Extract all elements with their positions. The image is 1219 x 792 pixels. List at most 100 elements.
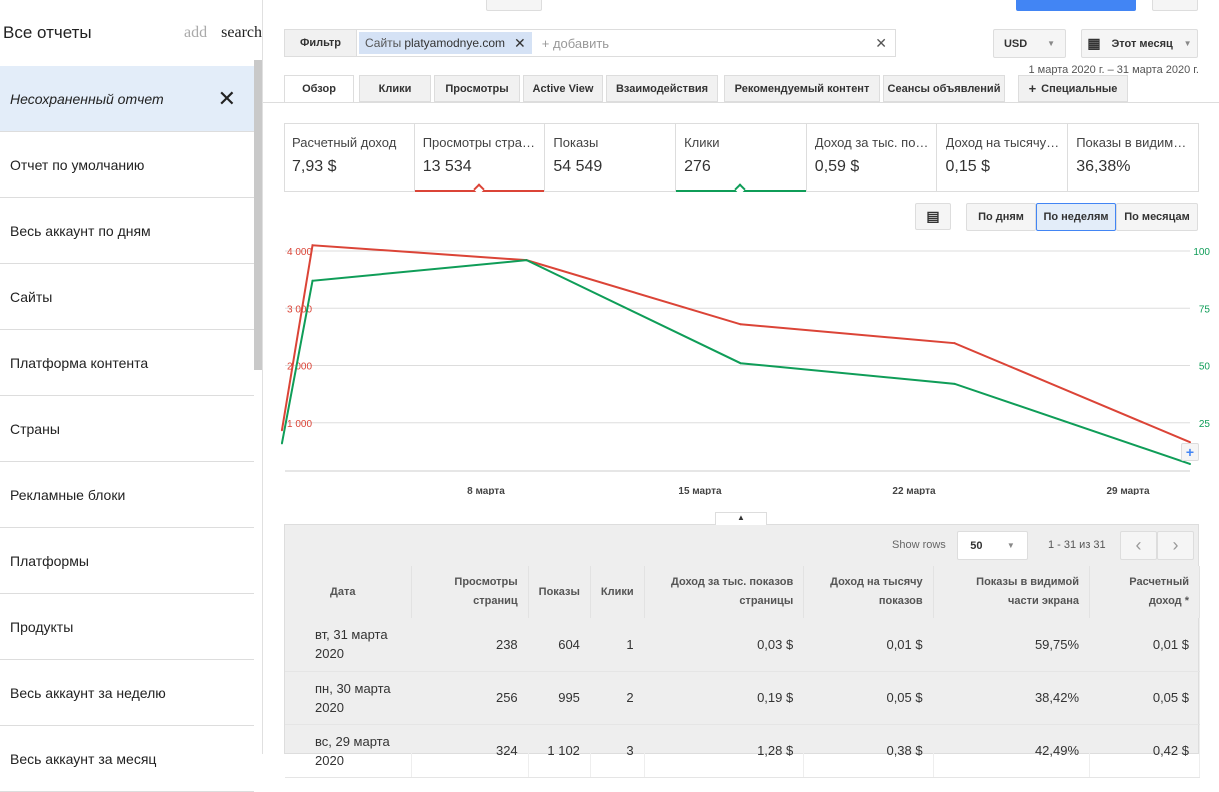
sidebar-scrollbar[interactable] <box>254 60 262 370</box>
data-point <box>280 429 283 432</box>
add-link[interactable]: add <box>184 24 207 42</box>
column-header[interactable]: Просмотры страниц <box>411 566 529 618</box>
table-cell: 0,05 $ <box>1089 671 1200 725</box>
metric-card[interactable]: Показы в видимой части экрана 36,38% <box>1068 123 1199 192</box>
tab-label: Обзор <box>302 83 336 95</box>
column-header[interactable]: Клики <box>590 566 645 618</box>
data-point <box>739 323 742 326</box>
metric-value: 0,59 $ <box>814 158 860 175</box>
tab-2[interactable]: Просмотры <box>434 75 520 102</box>
table-cell: 1 <box>590 618 645 672</box>
column-header[interactable]: Доход на тысячу показов <box>803 566 934 618</box>
table-row: пн, 30 марта 2020 256 995 2 0,19 $0,05 $38,4… <box>285 671 1200 725</box>
y-right-tick: 100 <box>1193 247 1210 258</box>
sidebar-item[interactable]: Сайты <box>0 264 254 330</box>
primary-button[interactable] <box>1016 0 1136 11</box>
column-header[interactable]: Доход за тыс. показов страницы <box>644 566 805 618</box>
sidebar-item[interactable]: Платформы <box>0 528 254 594</box>
sidebar-item-label: Несохраненный отчет <box>10 90 164 107</box>
close-icon[interactable]: ✕ <box>218 86 236 112</box>
sidebar-item[interactable]: Весь аккаунт за неделю <box>0 660 254 726</box>
granularity-button[interactable]: По дням <box>966 203 1036 231</box>
table-cell: 1 102 <box>528 724 591 778</box>
annotation-icon[interactable]: ▤ <box>915 203 951 230</box>
table-cell: 324 <box>411 724 529 778</box>
top-right-button[interactable] <box>1152 0 1198 11</box>
clear-filter-icon[interactable]: ✕ <box>875 35 887 52</box>
metric-card[interactable]: Просмотры страниц 13 534 <box>414 123 546 195</box>
sidebar-item-label: Страны <box>10 420 60 437</box>
sidebar-item[interactable]: Продукты <box>0 594 254 660</box>
tab-0[interactable]: Обзор <box>284 75 354 103</box>
data-point <box>953 342 956 345</box>
currency-select[interactable]: USD ▼ <box>993 29 1066 58</box>
metric-value: 13 534 <box>422 158 472 175</box>
x-tick: 29 марта <box>1106 486 1150 495</box>
sidebar-item[interactable]: Отчет по умолчанию <box>0 132 254 198</box>
y-left-tick: 1 000 <box>287 419 312 430</box>
filter-label: Фильтр <box>285 30 357 56</box>
tab-1[interactable]: Клики <box>359 75 431 102</box>
metric-label: Показы в видимой части экрана <box>1076 135 1190 150</box>
sidebar-item[interactable]: Страны <box>0 396 254 462</box>
tab-6[interactable]: Сеансы объявлений <box>883 75 1005 102</box>
table-cell: 38,42% <box>933 671 1091 725</box>
sidebar-item[interactable]: Рекламные блоки <box>0 462 254 528</box>
granularity-button[interactable]: По неделям <box>1036 203 1116 231</box>
period-select[interactable]: ▦ Этот месяц ▼ <box>1081 29 1198 58</box>
table-cell: 0,19 $ <box>644 671 805 725</box>
granularity-button[interactable]: По месяцам <box>1116 203 1198 231</box>
table-cell: 604 <box>528 618 591 672</box>
plus-icon: + <box>1028 81 1037 96</box>
next-page-button[interactable]: › <box>1157 531 1194 560</box>
show-rows-label: Show rows <box>892 539 946 551</box>
dropdown-arrow-icon: ▼ <box>1183 39 1192 48</box>
tab-7[interactable]: + Специальные <box>1018 75 1128 102</box>
sidebar-item-label: Отчет по умолчанию <box>10 156 145 173</box>
top-button[interactable] <box>486 0 542 11</box>
column-header[interactable]: Расчетный доход * <box>1089 566 1200 618</box>
table-cell: вт, 31 марта 2020 <box>285 618 413 672</box>
metric-card[interactable]: Показы 54 549 <box>545 123 677 192</box>
rows-per-page-value: 50 <box>970 539 983 552</box>
tab-3[interactable]: Active View <box>523 75 603 102</box>
sidebar-item[interactable]: Несохраненный отчет ✕ <box>0 66 254 132</box>
tab-label: Рекомендуемый контент <box>734 82 870 95</box>
tab-4[interactable]: Взаимодействия <box>606 75 718 102</box>
column-header[interactable]: Показы в видимой части экрана <box>933 566 1091 618</box>
column-header[interactable]: Показы <box>528 566 591 618</box>
metric-label: Доход за тыс. показов страницы <box>814 135 929 150</box>
sidebar-item-label: Весь аккаунт за месяц <box>10 750 157 767</box>
metric-card[interactable]: Расчетный доход 7,93 $ <box>284 123 415 192</box>
sidebar-item-label: Платформы <box>10 552 89 569</box>
sidebar-item[interactable]: Весь аккаунт по дням <box>0 198 254 264</box>
sidebar-item[interactable]: Весь аккаунт за месяц <box>0 726 254 792</box>
search-link[interactable]: search <box>221 24 262 42</box>
prev-page-button[interactable]: ‹ <box>1120 531 1157 560</box>
series-line-0 <box>280 244 1191 444</box>
chip-close-icon[interactable]: ✕ <box>514 35 526 52</box>
data-point <box>1189 462 1191 465</box>
tab-5[interactable]: Рекомендуемый контент <box>724 75 880 102</box>
filter-chip[interactable]: Сайты platyamodnye.com ✕ <box>359 32 532 54</box>
filter-add-input[interactable]: + добавить <box>542 36 876 51</box>
sidebar-item-label: Платформа контента <box>10 354 149 371</box>
metric-card[interactable]: Доход за тыс. показов страницы 0,59 $ <box>807 123 938 192</box>
column-header[interactable]: Дата <box>285 566 413 618</box>
sidebar-item[interactable]: Платформа контента <box>0 330 254 396</box>
main-panel: Фильтр Сайты platyamodnye.com ✕ + добави… <box>263 0 1219 778</box>
table-row: вс, 29 марта 2020 324 1 102 3 1,28 $0,38 $42… <box>285 724 1200 778</box>
granularity-label: По месяцам <box>1124 211 1190 223</box>
tab-label: Active View <box>532 82 594 95</box>
y-left-tick: 4 000 <box>287 247 312 258</box>
rows-per-page-select[interactable]: 50 ▼ <box>957 531 1028 560</box>
metric-value: 7,93 $ <box>292 158 337 175</box>
metric-value: 0,15 $ <box>945 158 990 175</box>
series-line-1 <box>280 259 1191 465</box>
table-cell: 995 <box>528 671 591 725</box>
collapse-chart-icon[interactable]: ▲ <box>715 512 767 525</box>
metric-card[interactable]: Доход на тысячу показов 0,15 $ <box>938 123 1069 192</box>
metric-card[interactable]: Клики 276 <box>676 123 807 195</box>
metric-label: Просмотры страниц <box>422 135 537 150</box>
zoom-in-icon[interactable]: + <box>1181 443 1199 461</box>
